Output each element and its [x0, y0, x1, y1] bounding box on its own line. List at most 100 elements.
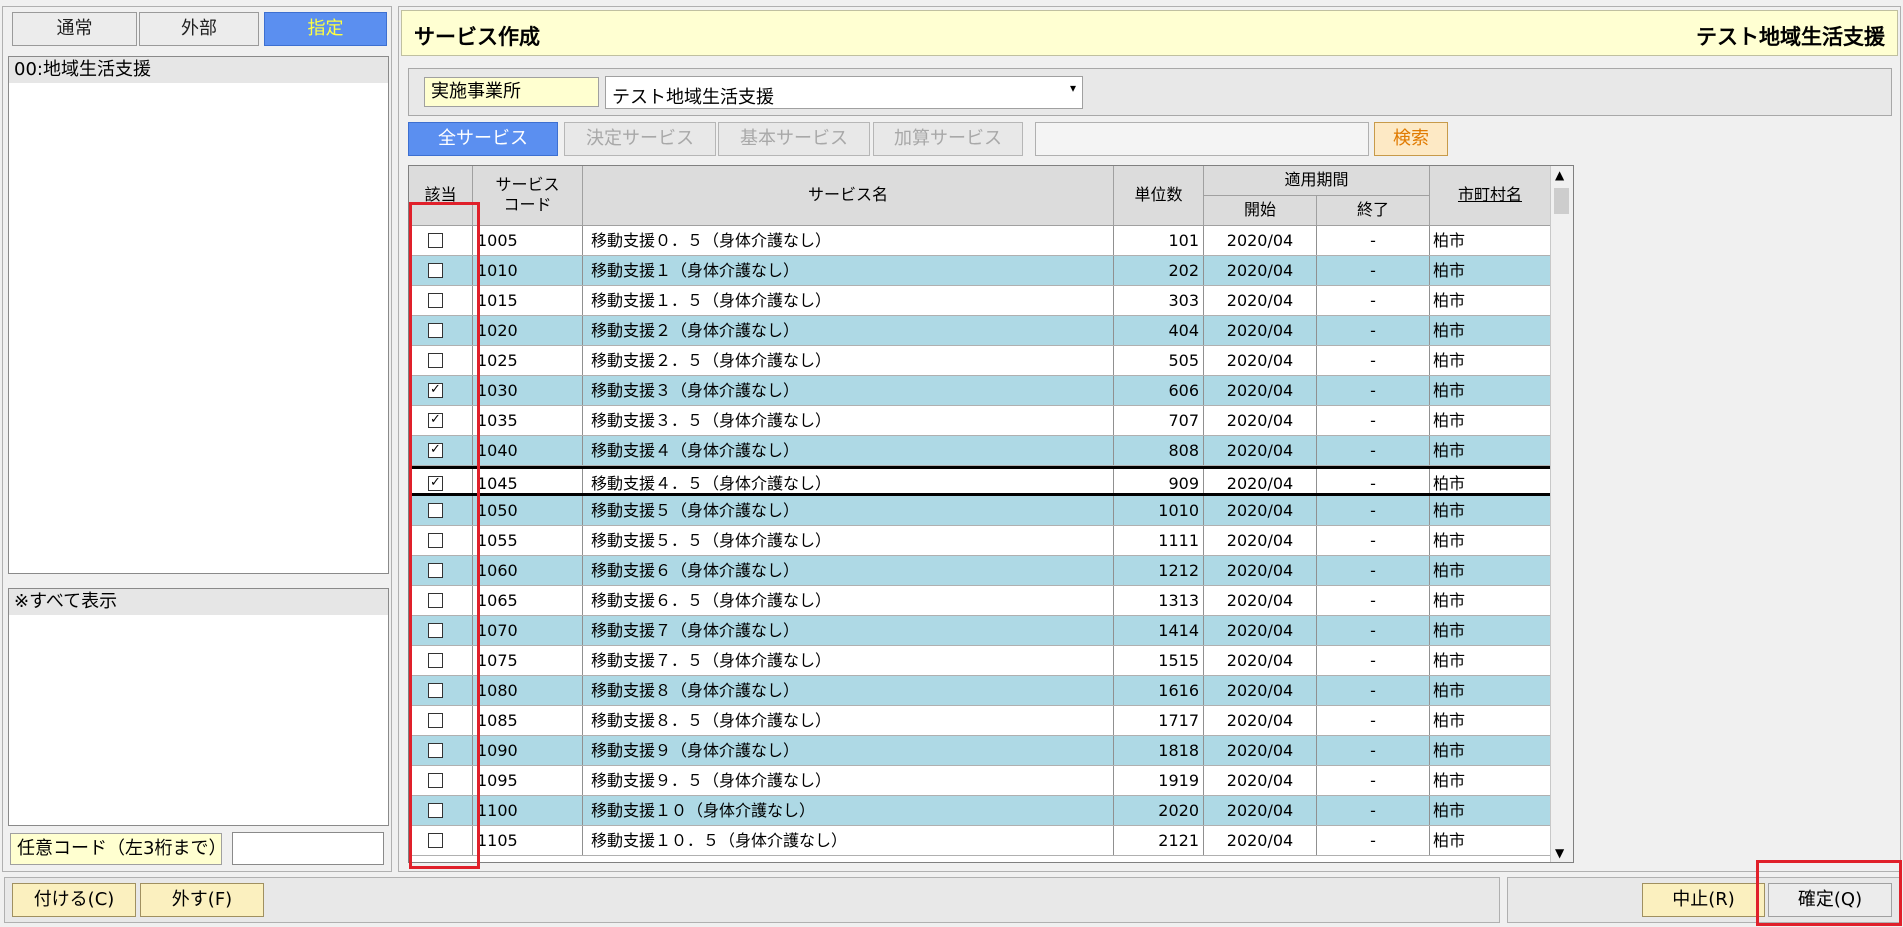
cell-name: 移動支援６（身体介護なし） — [583, 556, 1114, 585]
cell-code: 1015 — [473, 286, 583, 315]
cell-end: - — [1317, 586, 1430, 615]
cell-code: 1060 — [473, 556, 583, 585]
cell-end: - — [1317, 736, 1430, 765]
detach-button[interactable]: 外す(F) — [140, 883, 264, 917]
table-row[interactable]: 1015 移動支援１．５（身体介護なし） 303 2020/04- 柏市 — [409, 286, 1573, 316]
tab-designated[interactable]: 指定 — [264, 12, 387, 46]
list-item[interactable]: 00:地域生活支援 — [9, 57, 388, 83]
cell-name: 移動支援８．５（身体介護なし） — [583, 706, 1114, 735]
cell-start: 2020/04 — [1204, 556, 1317, 585]
table-row[interactable]: 1055 移動支援５．５（身体介護なし） 1111 2020/04- 柏市 — [409, 526, 1573, 556]
cell-units: 202 — [1114, 256, 1204, 285]
facility-list[interactable]: 00:地域生活支援 — [8, 56, 389, 574]
cell-units: 1313 — [1114, 586, 1204, 615]
code-input[interactable] — [232, 832, 384, 865]
cell-city: 柏市 — [1430, 469, 1551, 493]
vertical-scrollbar[interactable]: ▲ ▼ — [1550, 166, 1573, 862]
cell-units: 808 — [1114, 436, 1204, 465]
table-row[interactable]: 1075 移動支援７．５（身体介護なし） 1515 2020/04- 柏市 — [409, 646, 1573, 676]
cell-code: 1105 — [473, 826, 583, 855]
cell-code: 1055 — [473, 526, 583, 555]
service-table: 該当 サービス コード サービス名 単位数 適用期間 開始 終了 市町村名 10… — [408, 165, 1574, 863]
search-input[interactable] — [1035, 122, 1369, 156]
cell-code: 1075 — [473, 646, 583, 675]
attach-button[interactable]: 付ける(C) — [12, 883, 136, 917]
cell-units: 707 — [1114, 406, 1204, 435]
col-header-code: サービス コード — [473, 166, 583, 226]
cell-name: 移動支援５（身体介護なし） — [583, 496, 1114, 525]
office-select[interactable]: テスト地域生活支援 ▾ — [605, 76, 1083, 109]
cell-name: 移動支援８（身体介護なし） — [583, 676, 1114, 705]
cell-code: 1100 — [473, 796, 583, 825]
table-row[interactable]: 1085 移動支援８．５（身体介護なし） 1717 2020/04- 柏市 — [409, 706, 1573, 736]
table-row[interactable]: 1100 移動支援１０（身体介護なし） 2020 2020/04- 柏市 — [409, 796, 1573, 826]
table-row[interactable]: 1050 移動支援５（身体介護なし） 1010 2020/04- 柏市 — [409, 496, 1573, 526]
filter-basic-services[interactable]: 基本サービス — [718, 122, 870, 156]
cell-start: 2020/04 — [1204, 796, 1317, 825]
search-button[interactable]: 検索 — [1374, 122, 1448, 156]
table-row[interactable]: 1025 移動支援２．５（身体介護なし） 505 2020/04- 柏市 — [409, 346, 1573, 376]
table-row[interactable]: 1105 移動支援１０．５（身体介護なし） 2121 2020/04- 柏市 — [409, 826, 1573, 856]
cell-code: 1005 — [473, 226, 583, 255]
cell-name: 移動支援７．５（身体介護なし） — [583, 646, 1114, 675]
cell-name: 移動支援１０（身体介護なし） — [583, 796, 1114, 825]
filter-decided-services[interactable]: 決定サービス — [564, 122, 716, 156]
cell-units: 1616 — [1114, 676, 1204, 705]
table-row[interactable]: 1065 移動支援６．５（身体介護なし） 1313 2020/04- 柏市 — [409, 586, 1573, 616]
cancel-button[interactable]: 中止(R) — [1642, 883, 1765, 917]
cell-name: 移動支援１（身体介護なし） — [583, 256, 1114, 285]
scroll-down-icon[interactable]: ▼ — [1555, 846, 1564, 860]
cell-start: 2020/04 — [1204, 406, 1317, 435]
scroll-up-icon[interactable]: ▲ — [1555, 168, 1564, 182]
table-row[interactable]: 1080 移動支援８（身体介護なし） 1616 2020/04- 柏市 — [409, 676, 1573, 706]
cell-end: - — [1317, 706, 1430, 735]
cell-name: 移動支援９（身体介護なし） — [583, 736, 1114, 765]
cell-start: 2020/04 — [1204, 469, 1317, 493]
table-row[interactable]: 1005 移動支援０．５（身体介護なし） 101 2020/04- 柏市 — [409, 226, 1573, 256]
cell-start: 2020/04 — [1204, 286, 1317, 315]
filter-list[interactable]: ※すべて表示 — [8, 588, 389, 826]
cell-city: 柏市 — [1430, 496, 1551, 525]
cell-code: 1045 — [473, 469, 583, 493]
cell-city: 柏市 — [1430, 286, 1551, 315]
office-select-value: テスト地域生活支援 — [612, 87, 774, 108]
cell-end: - — [1317, 526, 1430, 555]
cell-code: 1070 — [473, 616, 583, 645]
cell-name: 移動支援６．５（身体介護なし） — [583, 586, 1114, 615]
table-row[interactable]: 1020 移動支援２（身体介護なし） 404 2020/04- 柏市 — [409, 316, 1573, 346]
table-row[interactable]: 1010 移動支援１（身体介護なし） 202 2020/04- 柏市 — [409, 256, 1573, 286]
table-row[interactable]: 1095 移動支援９．５（身体介護なし） 1919 2020/04- 柏市 — [409, 766, 1573, 796]
cell-units: 101 — [1114, 226, 1204, 255]
cell-city: 柏市 — [1430, 526, 1551, 555]
filter-all-services[interactable]: 全サービス — [408, 122, 558, 156]
table-row[interactable]: ✓ 1030 移動支援３（身体介護なし） 606 2020/04- 柏市 — [409, 376, 1573, 406]
cell-end: - — [1317, 406, 1430, 435]
cell-name: 移動支援１．５（身体介護なし） — [583, 286, 1114, 315]
table-row[interactable]: ✓ 1040 移動支援４（身体介護なし） 808 2020/04- 柏市 — [409, 436, 1573, 466]
table-row[interactable]: ✓ 1035 移動支援３．５（身体介護なし） 707 2020/04- 柏市 — [409, 406, 1573, 436]
table-row[interactable]: 1070 移動支援７（身体介護なし） 1414 2020/04- 柏市 — [409, 616, 1573, 646]
filter-addon-services[interactable]: 加算サービス — [873, 122, 1023, 156]
cell-code: 1090 — [473, 736, 583, 765]
cell-start: 2020/04 — [1204, 346, 1317, 375]
tab-normal[interactable]: 通常 — [12, 12, 137, 46]
chevron-down-icon[interactable]: ▾ — [1070, 81, 1076, 95]
tab-external[interactable]: 外部 — [139, 12, 259, 46]
cell-start: 2020/04 — [1204, 616, 1317, 645]
col-header-city[interactable]: 市町村名 — [1430, 166, 1551, 226]
cell-end: - — [1317, 226, 1430, 255]
cell-code: 1050 — [473, 496, 583, 525]
cell-end: - — [1317, 316, 1430, 345]
cell-code: 1035 — [473, 406, 583, 435]
cell-start: 2020/04 — [1204, 766, 1317, 795]
list-item[interactable]: ※すべて表示 — [9, 589, 388, 615]
cell-code: 1065 — [473, 586, 583, 615]
cell-units: 909 — [1114, 469, 1204, 493]
cell-code: 1085 — [473, 706, 583, 735]
cell-end: - — [1317, 556, 1430, 585]
table-row[interactable]: ✓ 1045 移動支援４．５（身体介護なし） 909 2020/04- 柏市 — [409, 466, 1573, 496]
cell-code: 1080 — [473, 676, 583, 705]
scroll-thumb[interactable] — [1554, 188, 1569, 214]
table-row[interactable]: 1060 移動支援６（身体介護なし） 1212 2020/04- 柏市 — [409, 556, 1573, 586]
table-row[interactable]: 1090 移動支援９（身体介護なし） 1818 2020/04- 柏市 — [409, 736, 1573, 766]
